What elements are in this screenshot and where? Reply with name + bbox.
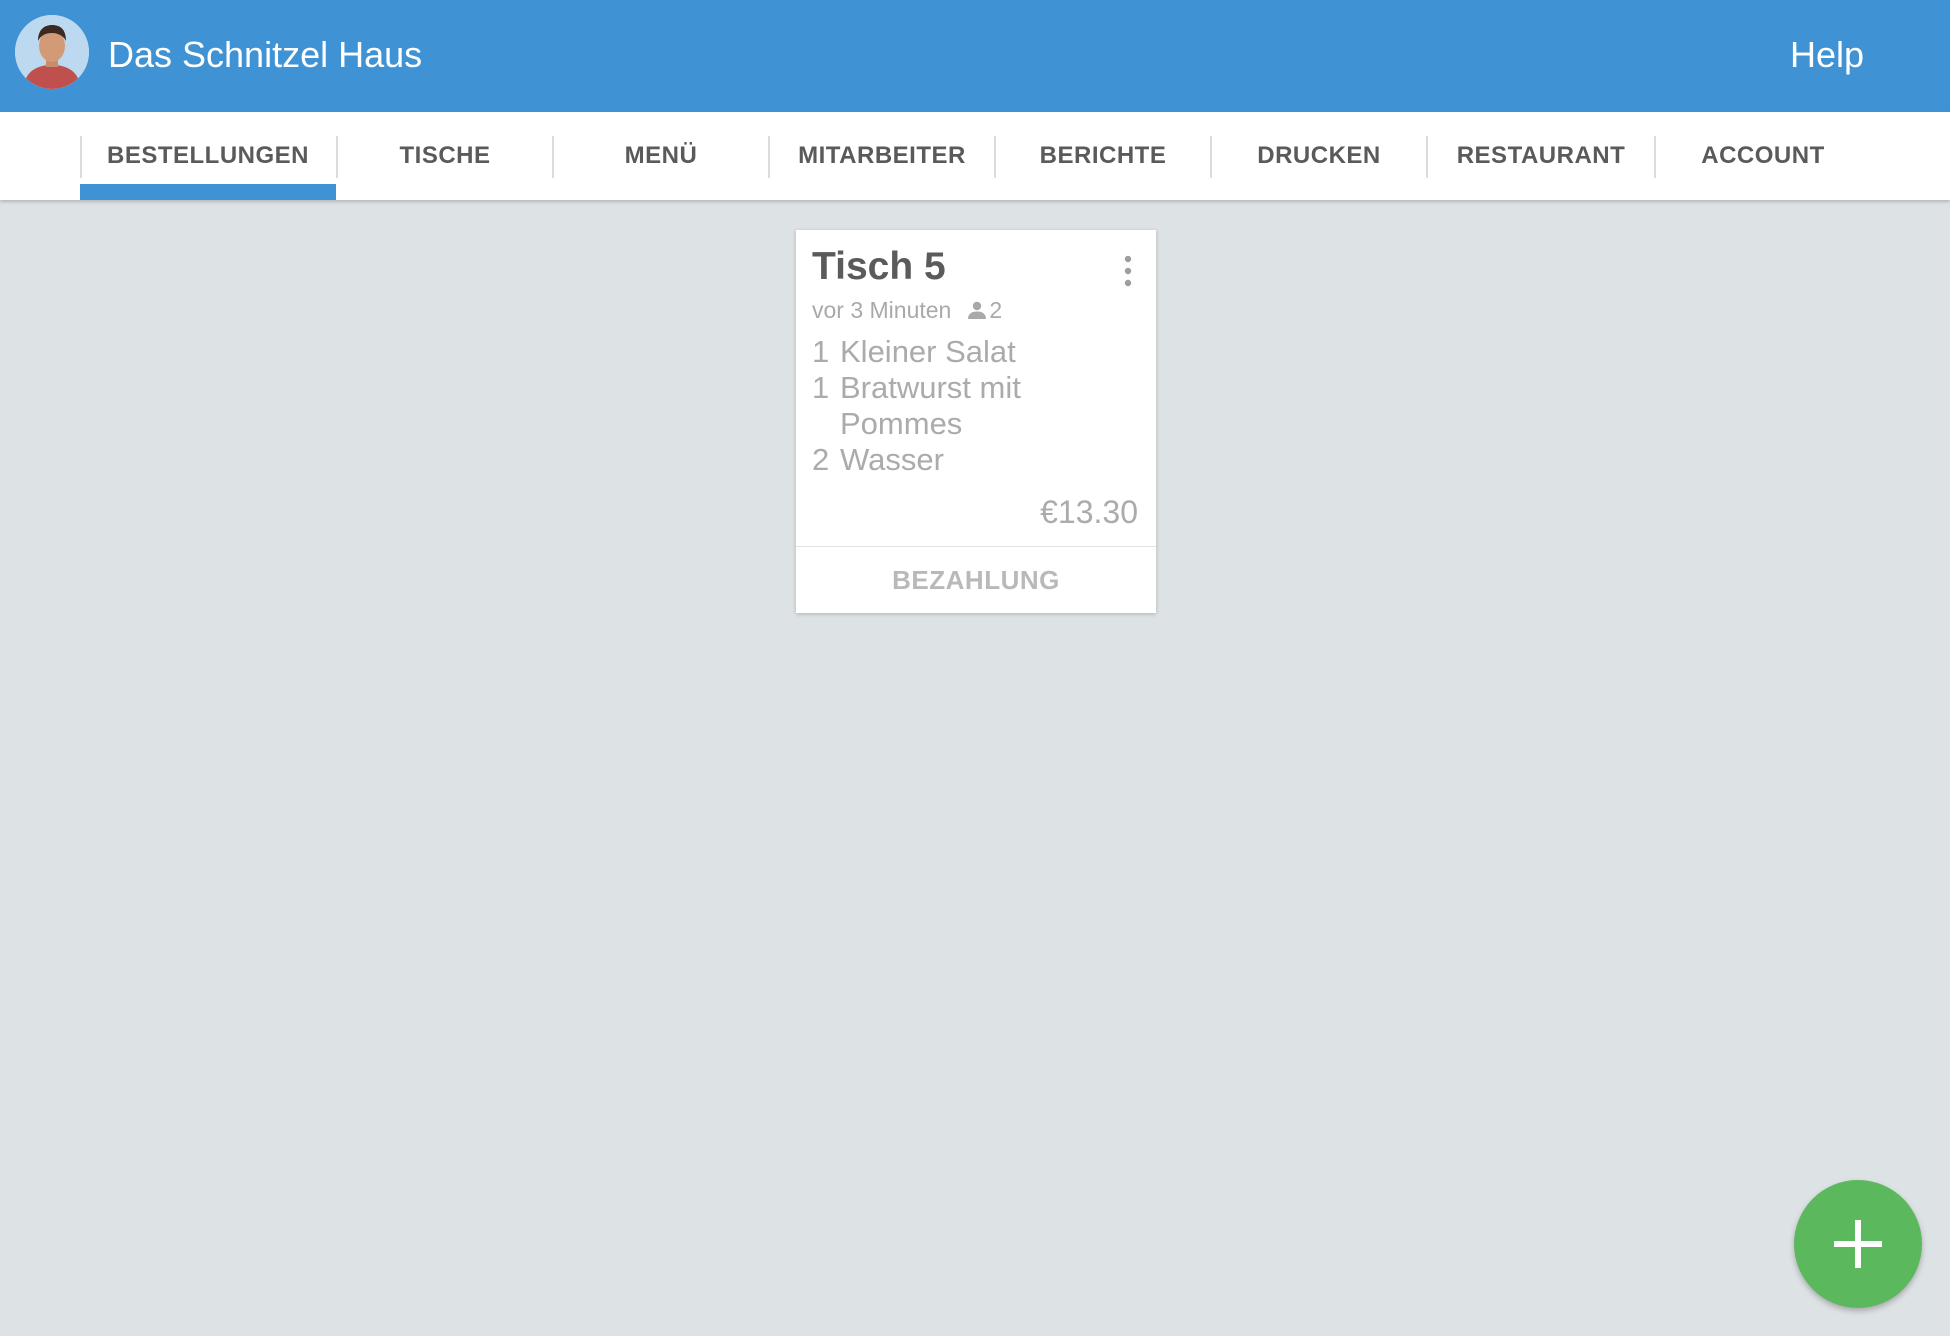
tab-tische[interactable]: TISCHE bbox=[338, 112, 552, 200]
app-title: Das Schnitzel Haus bbox=[108, 34, 423, 75]
item-name: Bratwurst mit Pommes bbox=[840, 370, 1021, 441]
order-items-list: 1 Kleiner Salat 1 Bratwurst mit Pommes 2… bbox=[812, 334, 1142, 478]
item-quantity: 2 bbox=[812, 442, 830, 477]
tab-account[interactable]: ACCOUNT bbox=[1656, 112, 1870, 200]
order-card[interactable]: Tisch 5 vor 3 Minuten 2 1 Kleiner Salat … bbox=[796, 230, 1156, 613]
order-table-title: Tisch 5 bbox=[812, 245, 946, 288]
tab-mitarbeiter[interactable]: MITARBEITER bbox=[770, 112, 994, 200]
item-name: Wasser bbox=[840, 442, 944, 477]
pay-button[interactable]: BEZAHLUNG bbox=[796, 547, 1156, 613]
active-tab-indicator bbox=[80, 184, 336, 200]
item-quantity: 1 bbox=[812, 334, 830, 369]
order-item: 1 Bratwurst mit Pommes bbox=[812, 370, 1142, 442]
item-name: Kleiner Salat bbox=[840, 334, 1016, 369]
person-icon bbox=[968, 301, 987, 319]
more-vert-icon[interactable] bbox=[1122, 254, 1134, 288]
tab-restaurant[interactable]: RESTAURANT bbox=[1428, 112, 1654, 200]
add-order-button[interactable] bbox=[1794, 1180, 1922, 1308]
tab-menue[interactable]: MENÜ bbox=[554, 112, 768, 200]
user-avatar-icon bbox=[15, 15, 89, 89]
tab-drucken[interactable]: DRUCKEN bbox=[1212, 112, 1426, 200]
order-item: 2 Wasser bbox=[812, 442, 1142, 478]
item-quantity: 1 bbox=[812, 370, 830, 405]
order-total: €13.30 bbox=[1040, 494, 1138, 530]
order-time-ago: vor 3 Minuten bbox=[812, 297, 952, 323]
help-link[interactable]: Help bbox=[1790, 30, 1864, 80]
guest-count: 2 bbox=[989, 297, 1003, 323]
guest-count-group: 2 bbox=[967, 294, 1002, 326]
plus-icon bbox=[1834, 1220, 1882, 1268]
order-item: 1 Kleiner Salat bbox=[812, 334, 1142, 370]
avatar[interactable] bbox=[15, 15, 89, 89]
order-meta: vor 3 Minuten 2 bbox=[812, 294, 1002, 326]
tab-bar: BESTELLUNGEN TISCHE MENÜ MITARBEITER BER… bbox=[0, 112, 1950, 200]
app-bar: Das Schnitzel Haus Help bbox=[0, 0, 1950, 112]
tab-berichte[interactable]: BERICHTE bbox=[996, 112, 1210, 200]
